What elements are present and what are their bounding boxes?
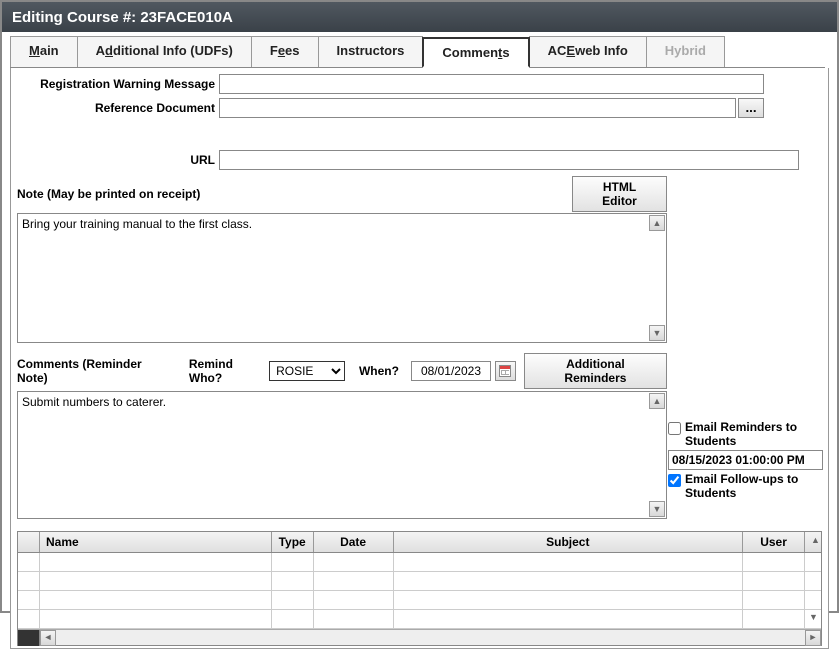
label-email-reminders: Email Reminders to Students [685,420,823,448]
comments-textarea-wrap: ▲ ▼ [17,391,667,519]
label-when: When? [359,364,399,378]
reminder-datetime-display[interactable]: 08/15/2023 01:00:00 PM [668,450,823,470]
email-followups-checkbox[interactable] [668,474,681,487]
window-title: Editing Course #: 23FACE010A [12,9,233,26]
table-row[interactable] [18,553,821,572]
table-row[interactable] [18,591,821,610]
tab-additional-info[interactable]: Additional Info (UDFs) [77,36,252,67]
label-comments-section: Comments (Reminder Note) [17,357,167,385]
tab-body-comments: Registration Warning Message Reference D… [10,68,829,649]
tab-aceweb-info[interactable]: ACEweb Info [529,36,647,67]
email-reminders-checkbox[interactable] [668,422,681,435]
grid-scroll-right[interactable]: ► [805,630,821,646]
grid-header-name[interactable]: Name [40,532,272,552]
note-textarea-wrap: ▲ ▼ [17,213,667,343]
grid-header-blank [18,532,40,552]
grid-header-date[interactable]: Date [314,532,394,552]
grid-header-subject[interactable]: Subject [394,532,744,552]
calendar-icon [499,365,511,377]
tab-hybrid: Hybrid [646,36,725,67]
grid-record-marker [18,630,40,646]
comments-scroll-down[interactable]: ▼ [649,501,665,517]
label-registration-warning: Registration Warning Message [17,77,219,91]
followup-grid: Name Type Date Subject User ▲ ▼ [17,531,822,646]
grid-scroll-left[interactable]: ◄ [40,630,56,646]
grid-body: ▼ [18,553,821,629]
label-reference-document: Reference Document [17,101,219,115]
grid-header: Name Type Date Subject User ▲ [18,532,821,553]
note-textarea[interactable] [18,214,666,342]
tab-comments[interactable]: Comments [422,37,529,68]
grid-header-user[interactable]: User [743,532,805,552]
tab-fees[interactable]: Fees [251,36,319,67]
comments-scroll-up[interactable]: ▲ [649,393,665,409]
grid-header-type[interactable]: Type [272,532,314,552]
url-input[interactable] [219,150,799,170]
tab-strip: Main Additional Info (UDFs) Fees Instruc… [10,36,825,68]
when-date-calendar-button[interactable] [495,361,516,381]
html-editor-button[interactable]: HTML Editor [572,176,667,212]
remind-who-select[interactable]: ROSIE [269,361,345,381]
label-note-section: Note (May be printed on receipt) [17,187,200,201]
comments-textarea[interactable] [18,392,666,518]
when-date-input[interactable] [411,361,491,381]
table-row[interactable] [18,572,821,591]
note-scroll-down[interactable]: ▼ [649,325,665,341]
email-options-panel: Email Reminders to Students 08/15/2023 0… [668,420,823,502]
grid-scroll-up[interactable]: ▲ [805,532,821,552]
registration-warning-input[interactable] [219,74,764,94]
tab-main[interactable]: Main [10,36,78,67]
label-remind-who: Remind Who? [189,357,265,385]
note-scroll-up[interactable]: ▲ [649,215,665,231]
reference-document-input[interactable] [219,98,736,118]
additional-reminders-button[interactable]: Additional Reminders [524,353,667,389]
reference-document-browse-button[interactable]: ... [738,98,764,118]
label-email-followups: Email Follow-ups to Students [685,472,823,500]
tab-instructors[interactable]: Instructors [318,36,424,67]
grid-horizontal-scrollbar[interactable]: ◄ ► [18,629,821,645]
label-url: URL [17,153,219,167]
window-titlebar: Editing Course #: 23FACE010A [2,2,837,32]
